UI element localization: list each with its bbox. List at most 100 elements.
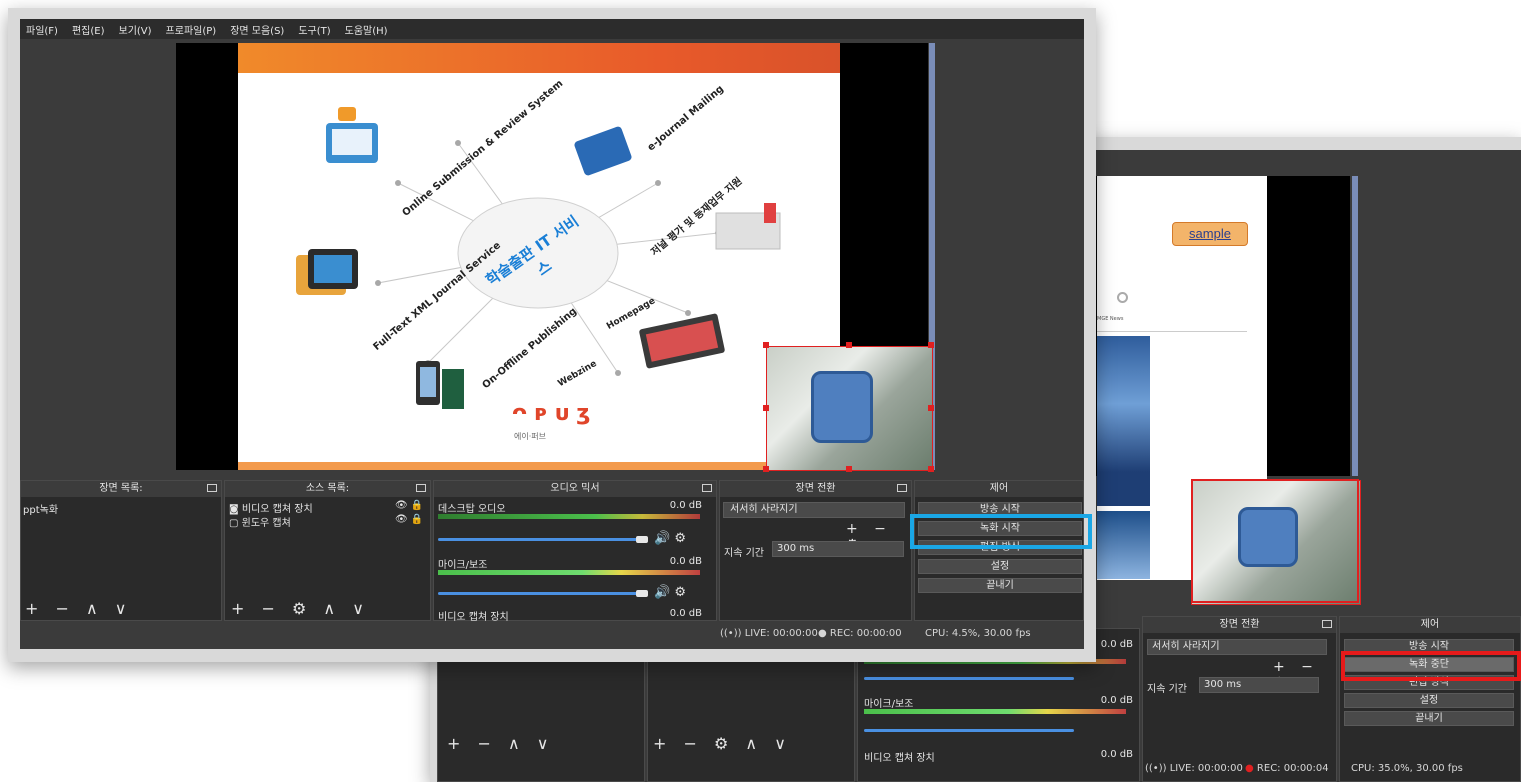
resize-handle-tr[interactable] [928,342,934,348]
back-control-panel: 제어 방송 시작 녹화 중단 편집 방식 설정 끝내기 [1339,616,1521,782]
ppt-slide: Online Submission & Review System e-Jour… [238,43,840,470]
desktop-volume-knob[interactable] [636,536,648,543]
desktop-volume-slider[interactable] [438,538,648,541]
menu-view[interactable]: 보기(V) [119,22,152,37]
back-transition-panel: 장면 전환 서서히 사라지기 + − ⚙ 지속 기간 300 ms [1142,616,1337,782]
apub-logo: ᴖ ᴘ ᴜ ʒ [512,401,591,426]
back-transition-select[interactable]: 서서히 사라지기 [1147,639,1327,655]
channel-desktop-label: 데스크탑 오디오 [438,504,506,515]
source-item-window[interactable]: ▢ 윈도우 캡쳐 [229,514,291,529]
back-transition-title: 장면 전환 [1143,617,1336,633]
sources-dock-icon[interactable] [416,484,426,492]
exit-button[interactable]: 끝내기 [918,578,1082,593]
scenes-dock-icon[interactable] [207,484,217,492]
back-volume-slider-1[interactable] [864,677,1074,680]
stop-recording-highlight [1341,651,1521,681]
visibility-eye-icon-2[interactable]: 👁 🔒 [395,514,423,525]
back-db-1: 0.0 dB [1100,639,1133,650]
back-rec-time: REC: 00:00:04 [1256,763,1329,774]
menu-bar: 파일(F) 편집(E) 보기(V) 프로파일(P) 장면 모음(S) 도구(T)… [20,19,1084,39]
search-icon[interactable] [1117,292,1128,303]
menu-profile[interactable]: 프로파일(P) [166,22,217,37]
back-meter-2 [864,709,1126,714]
back-sources-tools[interactable]: + − ⚙ ∧ ∨ [653,734,792,753]
mic-volume-slider[interactable] [438,592,648,595]
sources-title: 소스 목록: [225,481,430,497]
scenes-panel: 장면 목록: ppt녹화 + − ∧ ∨ [20,480,222,621]
scenes-tools[interactable]: + − ∧ ∨ [25,599,133,618]
channel-mic-label: 마이크/보조 [438,560,488,571]
resize-handle-mr[interactable] [928,405,934,411]
channel-desktop-db: 0.0 dB [669,500,702,511]
back-scenes-tools[interactable]: + − ∧ ∨ [447,734,555,753]
desktop-audio-meter [438,514,700,519]
live-status: ((•)) LIVE: 00:00:00 [720,628,818,639]
back-settings-button[interactable]: 설정 [1344,693,1514,708]
control-title: 제어 [915,481,1083,497]
window-icon: ▢ [229,518,239,529]
sources-panel: 소스 목록: ◙ 비디오 캡쳐 장치 ▢ 윈도우 캡쳐 👁 🔒 👁 🔒 + − … [224,480,431,621]
resize-handle-br[interactable] [928,466,934,472]
rec-status: ● REC: 00:00:00 [818,628,902,639]
scene-item[interactable]: ppt녹화 [23,501,58,516]
back-duration-label: 지속 기간 [1147,684,1187,695]
start-recording-highlight [910,514,1092,549]
back-volume-slider-2[interactable] [864,729,1074,732]
transition-dock-icon[interactable] [897,484,907,492]
mic-mute-icon[interactable]: 🔊 ⚙ [654,585,686,600]
back-mic-label: 마이크/보조 [864,699,914,710]
live-time: LIVE: 00:00:00 [744,628,818,639]
dock-icon[interactable] [1322,620,1332,628]
webcam-source[interactable] [766,346,933,471]
apub-logo-text: 에이·퍼브 [514,432,546,441]
face-blur [811,371,873,443]
desktop-mute-icon[interactable]: 🔊 ⚙ [654,531,686,546]
menu-scene-collection[interactable]: 장면 모음(S) [230,22,284,37]
back-live-status: ((•)) LIVE: 00:00:00 [1145,763,1243,774]
resize-handle-tl[interactable] [763,342,769,348]
resize-handle-ml[interactable] [763,405,769,411]
back-news-label: MGE News [1097,316,1124,322]
mixer-panel: 오디오 믹서 데스크탑 오디오 0.0 dB 🔊 ⚙ 마이크/보조 0.0 dB… [433,480,717,623]
back-live-time: LIVE: 00:00:00 [1169,763,1243,774]
back-video-label: 비디오 캡쳐 장치 [864,753,935,764]
mixer-title: 오디오 믹서 [434,481,716,497]
source-item-video[interactable]: ◙ 비디오 캡쳐 장치 [229,500,313,515]
mic-volume-knob[interactable] [636,590,648,597]
back-db-2: 0.0 dB [1100,695,1133,706]
back-preview-scrollbar[interactable] [1352,176,1358,476]
back-cpu-status: CPU: 35.0%, 30.00 fps [1351,763,1463,774]
scenes-title: 장면 목록: [21,481,221,497]
duration-input[interactable]: 300 ms [772,541,904,557]
back-divider [1097,331,1247,332]
resize-handle-tm[interactable] [846,342,852,348]
transition-panel: 장면 전환 서서히 사라지기 + − ⚙ 지속 기간 300 ms [719,480,912,621]
back-duration-input[interactable]: 300 ms [1199,677,1319,693]
back-exit-button[interactable]: 끝내기 [1344,711,1514,726]
visibility-eye-icon[interactable]: 👁 🔒 [395,500,423,511]
menu-file[interactable]: 파일(F) [26,22,58,37]
duration-label: 지속 기간 [724,548,764,559]
back-rec-status: ● REC: 00:00:04 [1245,763,1329,774]
transition-select[interactable]: 서서히 사라지기 [723,502,905,518]
sample-button[interactable]: sample [1172,222,1248,246]
settings-button[interactable]: 설정 [918,559,1082,574]
back-db-3: 0.0 dB [1100,749,1133,760]
back-web-image [1097,336,1150,506]
control-panel: 제어 방송 시작 녹화 시작 편집 방식 설정 끝내기 [914,480,1084,621]
mic-audio-meter [438,570,700,575]
rec-dot-icon: ● [1245,763,1254,774]
transition-title: 장면 전환 [720,481,911,497]
resize-handle-bm[interactable] [846,466,852,472]
front-window: 파일(F) 편집(E) 보기(V) 프로파일(P) 장면 모음(S) 도구(T)… [20,19,1084,649]
resize-handle-bl[interactable] [763,466,769,472]
mixer-dock-icon[interactable] [702,484,712,492]
rec-time: REC: 00:00:00 [829,628,902,639]
channel-video-db: 0.0 dB [669,608,702,619]
sources-tools[interactable]: + − ⚙ ∧ ∨ [231,599,370,618]
rec-indicator-icon: ● [818,628,827,639]
menu-edit[interactable]: 편집(E) [72,22,105,37]
cpu-status: CPU: 4.5%, 30.00 fps [925,628,1031,639]
menu-help[interactable]: 도움말(H) [345,22,388,37]
menu-tools[interactable]: 도구(T) [298,22,330,37]
